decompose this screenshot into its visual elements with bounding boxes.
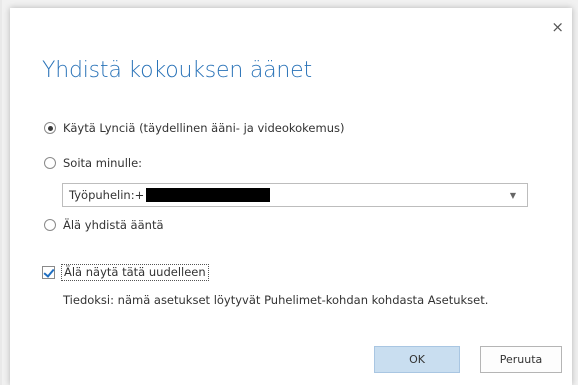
option-call-me-label: Soita minulle: [63,156,143,170]
cancel-button[interactable]: Peruuta [480,346,562,373]
dialog-title: Yhdistä kokouksen äänet [42,58,312,83]
option-dont-connect[interactable]: Älä yhdistä ääntä [44,218,164,232]
ok-button[interactable]: OK [374,346,460,373]
chevron-down-icon[interactable]: ▼ [510,191,516,200]
window-frame: × Yhdistä kokouksen äänet Käytä Lynciä (… [2,0,578,385]
option-use-lync[interactable]: Käytä Lynciä (täydellinen ääni- ja video… [44,121,344,135]
phone-number-select[interactable]: Työpuhelin:+ ▼ [62,183,528,207]
option-use-lync-label: Käytä Lynciä (täydellinen ääni- ja video… [63,121,345,135]
radio-use-lync[interactable] [44,122,56,134]
option-dont-connect-label: Älä yhdistä ääntä [63,218,164,232]
option-call-me[interactable]: Soita minulle: [44,156,142,170]
dont-show-again-checkbox[interactable] [42,266,55,279]
close-icon[interactable]: × [551,20,564,35]
radio-call-me[interactable] [44,157,56,169]
join-audio-dialog: × Yhdistä kokouksen äänet Käytä Lynciä (… [10,8,572,385]
info-text: Tiedoksi: nämä asetukset löytyvät Puheli… [63,293,489,307]
dont-show-again-label: Älä näytä tätä uudelleen [61,264,209,281]
phone-select-value: Työpuhelin:+ [69,188,145,202]
dont-show-again[interactable]: Älä näytä tätä uudelleen [42,264,209,281]
radio-dont-connect[interactable] [44,219,56,231]
redacted-phone-number [146,188,271,202]
